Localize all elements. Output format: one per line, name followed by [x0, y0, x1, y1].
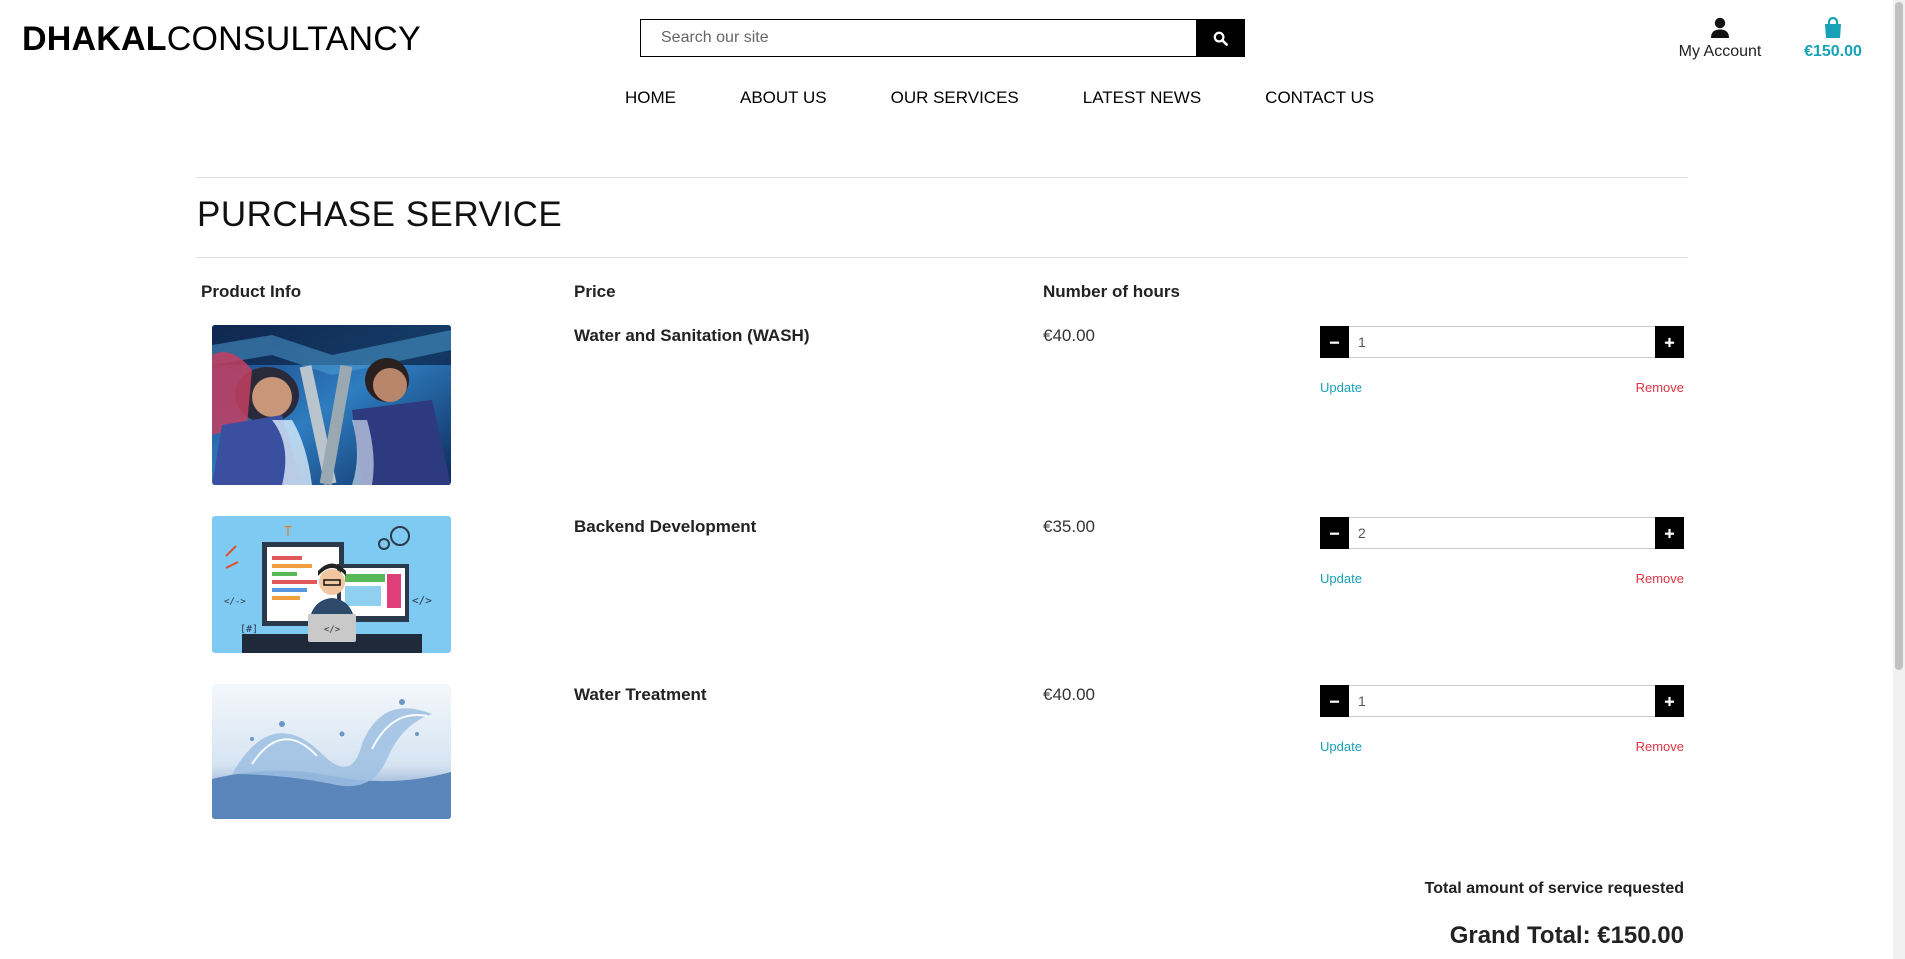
nav-contact-us[interactable]: CONTACT US [1265, 88, 1374, 108]
svg-text:T: T [283, 525, 292, 540]
quantity-control: Update Remove [1320, 326, 1684, 395]
title-divider [196, 257, 1688, 258]
top-divider [196, 177, 1688, 178]
decrement-button[interactable] [1320, 685, 1349, 717]
increment-button[interactable] [1655, 326, 1684, 358]
increment-button[interactable] [1655, 517, 1684, 549]
column-header-hours: Number of hours [1043, 282, 1180, 301]
total-label: Total amount of service requested [1424, 880, 1684, 897]
product-name: Water and Sanitation (WASH) [574, 326, 810, 345]
plus-icon [1664, 528, 1675, 538]
product-name: Backend Development [574, 517, 757, 536]
search-button[interactable] [1196, 19, 1245, 57]
svg-text:</>: </> [324, 625, 341, 635]
site-logo[interactable]: DHAKALCONSULTANCY [22, 20, 421, 59]
nav-about-us[interactable]: ABOUT US [740, 88, 827, 108]
decrement-button[interactable] [1320, 326, 1349, 358]
product-price: €35.00 [1043, 517, 1095, 536]
update-link[interactable]: Update [1320, 380, 1362, 395]
product-price: €40.00 [1043, 326, 1095, 345]
update-link[interactable]: Update [1320, 739, 1362, 754]
remove-link[interactable]: Remove [1636, 380, 1684, 395]
minus-icon [1329, 532, 1340, 535]
page-title: PURCHASE SERVICE [197, 195, 563, 234]
search-icon [1213, 31, 1228, 46]
column-header-product: Product Info [201, 282, 302, 301]
quantity-input[interactable] [1349, 685, 1655, 717]
product-image-wash [212, 325, 451, 485]
page-scrollbar[interactable] [1893, 0, 1905, 959]
minus-icon [1329, 341, 1340, 344]
user-icon [1711, 17, 1729, 38]
remove-link[interactable]: Remove [1636, 571, 1684, 586]
grand-total: Grand Total: €150.00 [1449, 922, 1684, 949]
quantity-control: Update Remove [1320, 517, 1684, 586]
my-account-label: My Account [1678, 43, 1762, 60]
update-link[interactable]: Update [1320, 571, 1362, 586]
plus-icon [1664, 696, 1675, 706]
nav-our-services[interactable]: OUR SERVICES [891, 88, 1019, 108]
nav-latest-news[interactable]: LATEST NEWS [1083, 88, 1201, 108]
search-input[interactable] [640, 19, 1196, 57]
nav-home[interactable]: HOME [625, 88, 676, 108]
plus-icon [1664, 337, 1675, 347]
svg-text:</>: </> [412, 594, 432, 607]
minus-icon [1329, 700, 1340, 703]
svg-text:[#]: [#] [240, 624, 258, 635]
scrollbar-thumb[interactable] [1895, 2, 1903, 670]
increment-button[interactable] [1655, 685, 1684, 717]
quantity-control: Update Remove [1320, 685, 1684, 754]
product-image-backend: </> </> </-> [#] T [212, 516, 451, 653]
product-price: €40.00 [1043, 685, 1095, 704]
remove-link[interactable]: Remove [1636, 739, 1684, 754]
my-account-link[interactable]: My Account [1672, 13, 1768, 61]
shopping-bag-link[interactable]: €150.00 [1800, 13, 1866, 61]
quantity-input[interactable] [1349, 326, 1655, 358]
purchase-section: PURCHASE SERVICE Product Info Price Numb… [196, 177, 1688, 819]
column-header-price: Price [574, 282, 616, 301]
quantity-input[interactable] [1349, 517, 1655, 549]
logo-light-text: CONSULTANCY [166, 20, 421, 58]
search-form [640, 19, 1245, 57]
svg-text:</->: </-> [224, 597, 246, 607]
logo-bold-text: DHAKAL [22, 20, 167, 58]
product-image-water-treatment [212, 684, 451, 819]
product-name: Water Treatment [574, 685, 707, 704]
bag-total: €150.00 [1804, 43, 1862, 60]
decrement-button[interactable] [1320, 517, 1349, 549]
shopping-bag-icon [1825, 17, 1841, 38]
